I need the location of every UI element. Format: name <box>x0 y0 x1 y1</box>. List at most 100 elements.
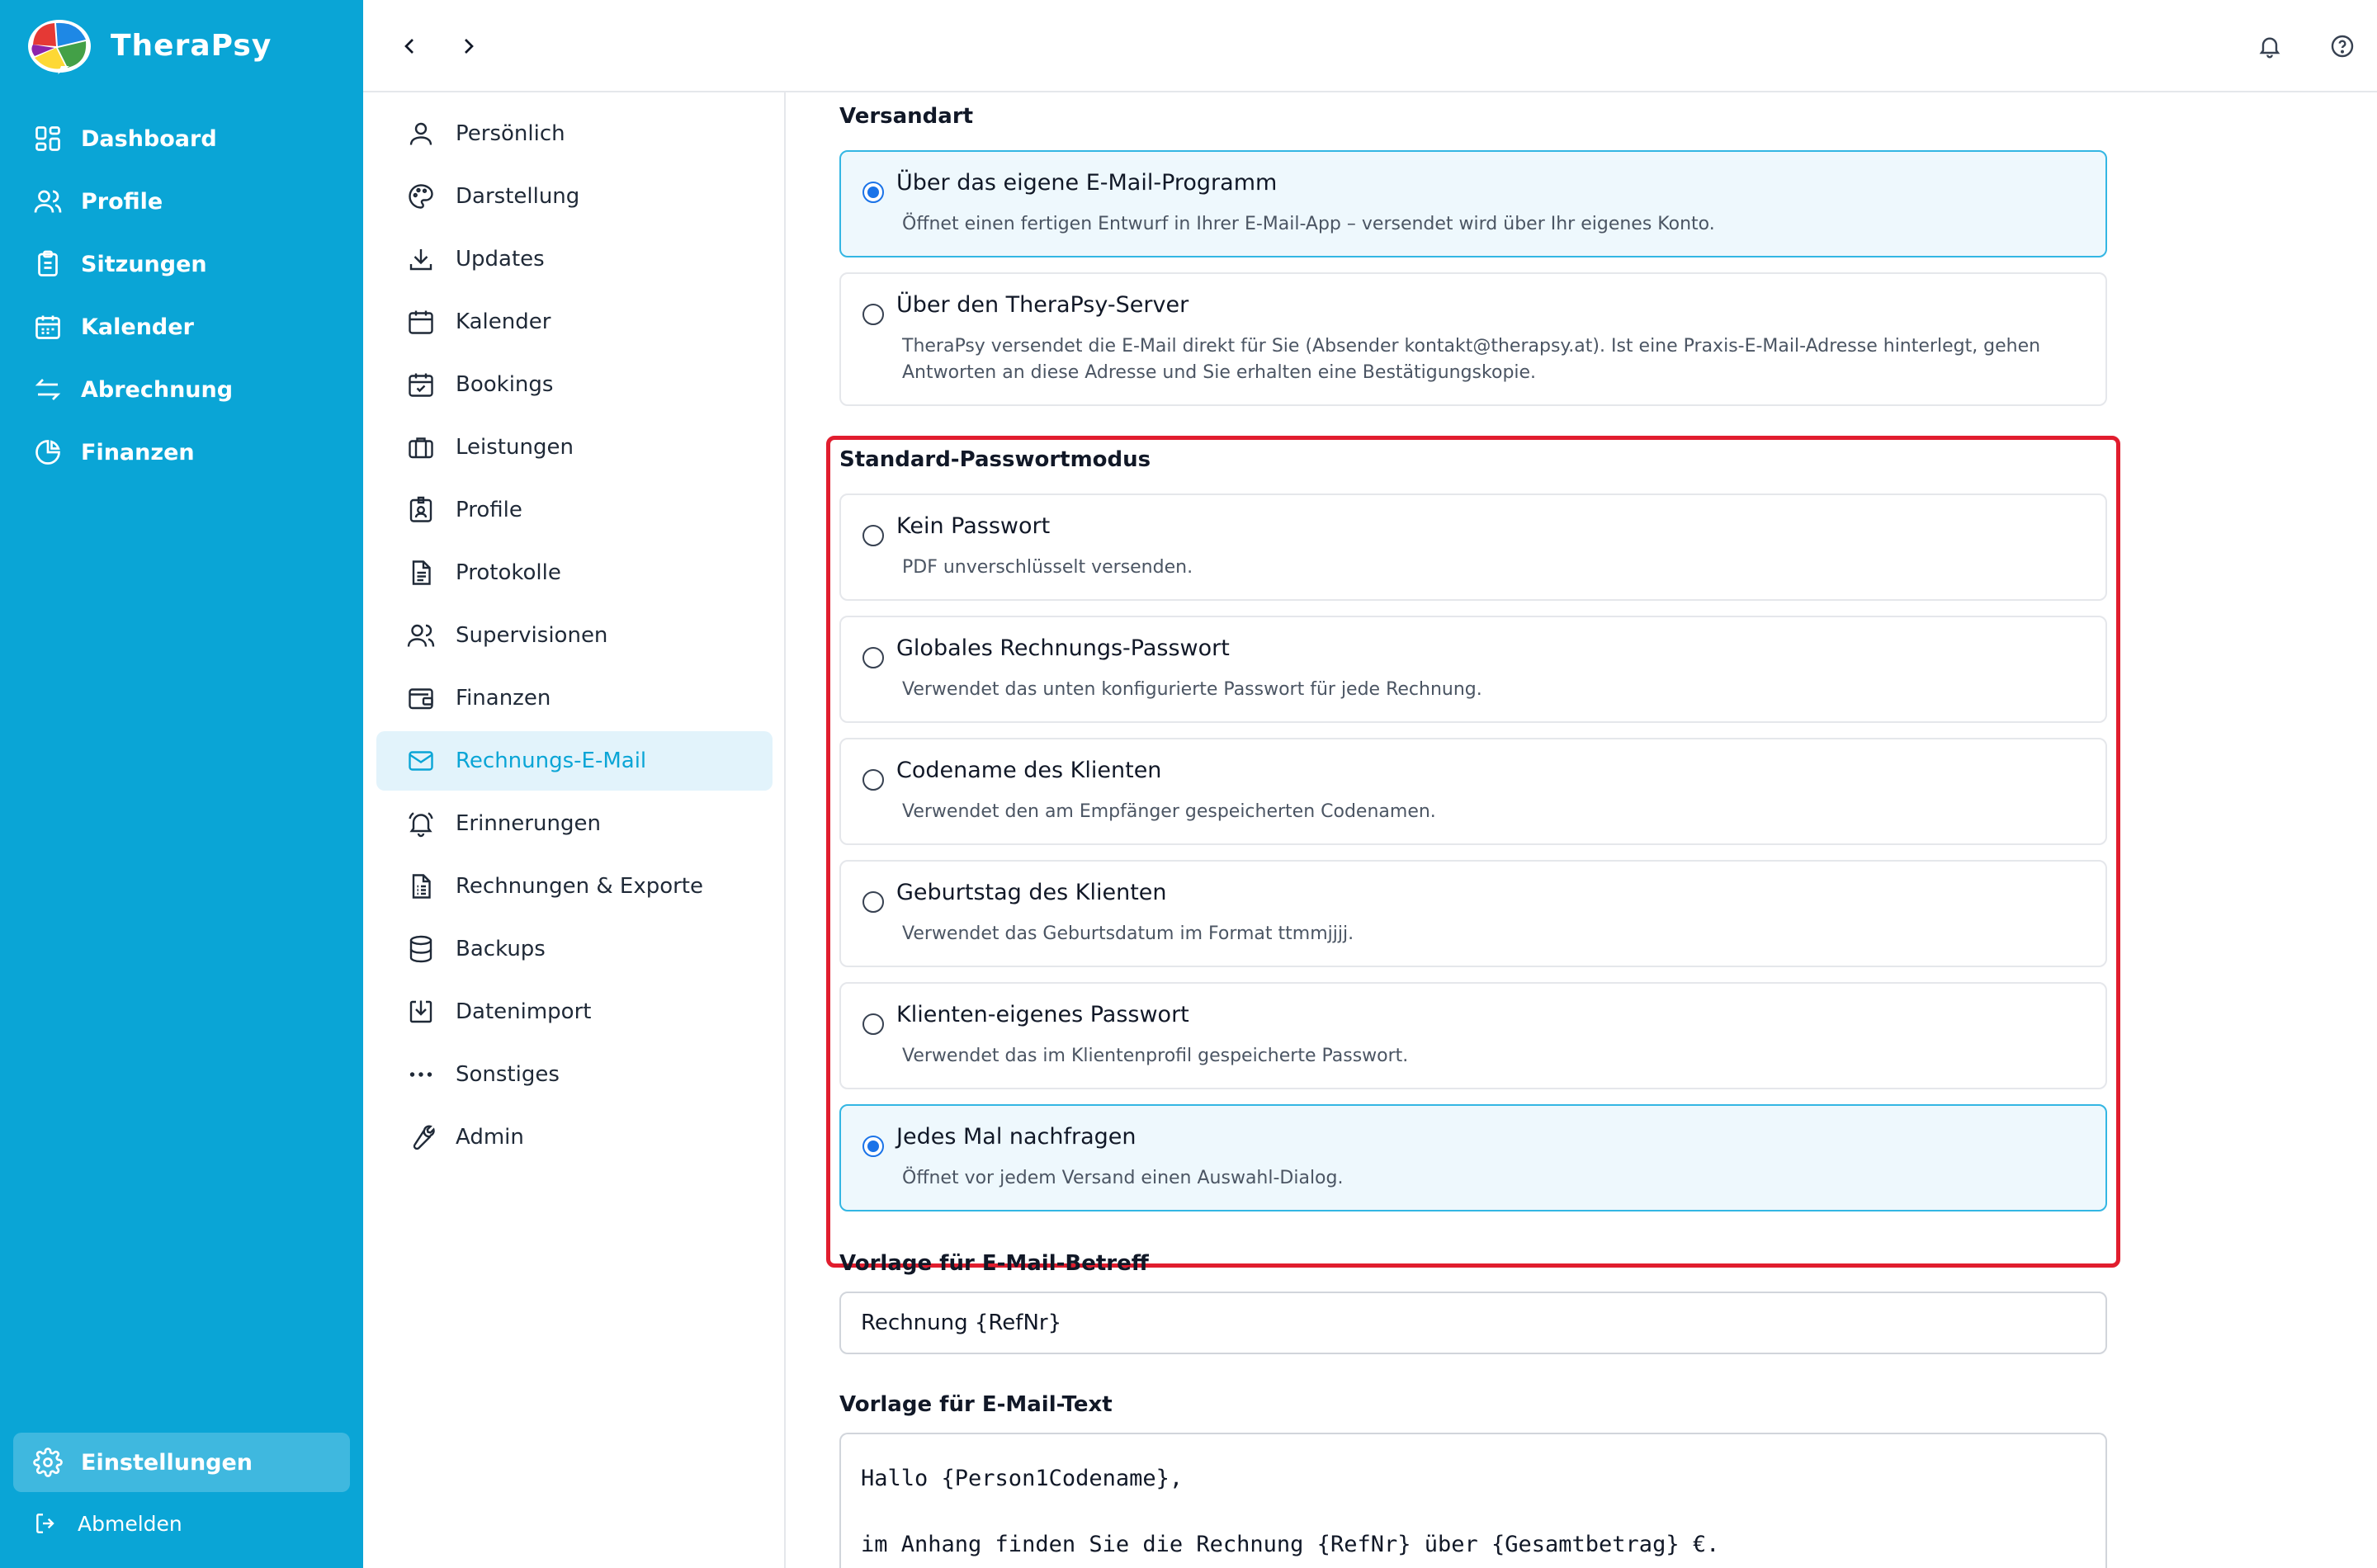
main-nav: Dashboard Profile Sitzungen Kalender Abr… <box>13 107 350 484</box>
option-description: Verwendet das Geburtsdatum im Format ttm… <box>902 923 1354 944</box>
mail-icon <box>409 751 433 771</box>
passwort-option-geburtstag[interactable]: Geburtstag des Klienten Verwendet das Ge… <box>839 860 2107 967</box>
submenu-item-leistungen[interactable]: Leistungen <box>376 418 773 477</box>
option-description: PDF unverschlüsselt versenden. <box>902 557 1193 578</box>
nav-item-finanzen[interactable]: Finanzen <box>13 421 350 484</box>
invoice-icon <box>412 874 431 899</box>
submenu-label: Kalender <box>456 309 551 334</box>
submenu-item-bookings[interactable]: Bookings <box>376 355 773 414</box>
submenu-item-profile[interactable]: Profile <box>376 480 773 540</box>
users-icon <box>34 190 62 213</box>
nav-item-abrechnung[interactable]: Abrechnung <box>13 358 350 421</box>
nav-item-kalender[interactable]: Kalender <box>13 295 350 358</box>
logout-icon <box>36 1514 54 1533</box>
nav-item-profile[interactable]: Profile <box>13 170 350 233</box>
calendar-check-icon <box>409 373 433 397</box>
submenu-item-updates[interactable]: Updates <box>376 229 773 289</box>
wallet-icon <box>409 688 433 710</box>
submenu-label: Bookings <box>456 372 554 397</box>
submenu-item-finanzen[interactable]: Finanzen <box>376 668 773 728</box>
submenu-label: Finanzen <box>456 686 551 711</box>
passwort-option-kein-passwort[interactable]: Kein Passwort PDF unverschlüsselt versen… <box>839 494 2107 601</box>
passwort-option-global[interactable]: Globales Rechnungs-Passwort Verwendet da… <box>839 616 2107 723</box>
nav-label: Abrechnung <box>81 376 234 403</box>
versand-option-email-programm[interactable]: Über das eigene E-Mail-Programm Öffnet e… <box>839 150 2107 257</box>
radio-button[interactable] <box>862 525 884 546</box>
nav-item-dashboard[interactable]: Dashboard <box>13 107 350 170</box>
nav-item-sitzungen[interactable]: Sitzungen <box>13 233 350 295</box>
submenu-item-protokolle[interactable]: Protokolle <box>376 543 773 602</box>
option-title: Geburtstag des Klienten <box>896 880 1167 905</box>
logout-label: Abmelden <box>78 1511 182 1536</box>
nav-label: Sitzungen <box>81 251 207 277</box>
submenu-label: Persönlich <box>456 121 565 146</box>
submenu-item-admin[interactable]: Admin <box>376 1108 773 1167</box>
option-title: Über das eigene E-Mail-Programm <box>896 170 1278 196</box>
option-title: Klienten-eigenes Passwort <box>896 1002 1189 1027</box>
nav-label: Profile <box>81 188 163 215</box>
option-title: Codename des Klienten <box>896 758 1162 783</box>
database-icon <box>409 935 432 963</box>
submenu-label: Backups <box>456 937 546 961</box>
palette-icon <box>409 184 433 209</box>
clipboard-icon <box>38 250 58 276</box>
option-description: Verwendet das unten konfigurierte Passwo… <box>902 679 1482 700</box>
versand-option-therapsy-server[interactable]: Über den TheraPsy-Server TheraPsy versen… <box>839 272 2107 406</box>
bell-ring-icon <box>409 812 433 838</box>
submenu-label: Supervisionen <box>456 623 608 648</box>
notifications-button[interactable] <box>2253 30 2286 63</box>
option-title: Globales Rechnungs-Passwort <box>896 635 1230 661</box>
versandart-label: Versandart <box>839 104 974 129</box>
submenu-item-rechnungen-exporte[interactable]: Rechnungen & Exporte <box>376 857 773 916</box>
submenu-item-rechnungs-email[interactable]: Rechnungs-E-Mail <box>376 731 773 791</box>
nav-label: Kalender <box>81 314 194 340</box>
arrows-exchange-icon <box>35 379 61 400</box>
submenu-item-erinnerungen[interactable]: Erinnerungen <box>376 794 773 853</box>
submenu-item-persoenlich[interactable]: Persönlich <box>376 104 773 163</box>
submenu-item-kalender[interactable]: Kalender <box>376 292 773 352</box>
gear-icon <box>33 1448 63 1477</box>
radio-button[interactable] <box>862 769 884 791</box>
email-text-textarea[interactable]: Hallo {Person1Codename}, im Anhang finde… <box>839 1433 2107 1568</box>
dashboard-icon <box>35 126 60 151</box>
radio-button[interactable] <box>862 891 884 913</box>
radio-button[interactable] <box>862 304 884 325</box>
more-horizontal-icon <box>409 1072 432 1077</box>
logout-button[interactable]: Abmelden <box>13 1492 350 1555</box>
nav-label: Finanzen <box>81 439 195 465</box>
submenu-item-sonstiges[interactable]: Sonstiges <box>376 1045 773 1104</box>
submenu-item-supervisionen[interactable]: Supervisionen <box>376 606 773 665</box>
submenu-item-datenimport[interactable]: Datenimport <box>376 982 773 1041</box>
submenu-label: Rechnungen & Exporte <box>456 874 703 899</box>
back-button[interactable] <box>393 30 426 63</box>
radio-button[interactable] <box>862 647 884 668</box>
calendar-icon <box>35 315 60 339</box>
pie-chart-icon <box>35 440 60 465</box>
submenu-item-darstellung[interactable]: Darstellung <box>376 167 773 226</box>
radio-button[interactable] <box>862 1013 884 1035</box>
brain-logo-icon <box>28 20 91 74</box>
submenu-item-backups[interactable]: Backups <box>376 919 773 979</box>
submenu-label: Leistungen <box>456 435 574 460</box>
submenu-label: Updates <box>456 247 545 272</box>
option-title: Jedes Mal nachfragen <box>896 1124 1137 1150</box>
brand[interactable]: TheraPsy <box>25 15 272 76</box>
submenu-label: Profile <box>456 498 522 522</box>
email-text-label: Vorlage für E-Mail-Text <box>839 1392 1113 1417</box>
passwort-option-klienten-eigenes[interactable]: Klienten-eigenes Passwort Verwendet das … <box>839 982 2107 1089</box>
nav-item-einstellungen[interactable]: Einstellungen <box>13 1433 350 1492</box>
help-button[interactable] <box>2326 30 2359 63</box>
import-icon <box>409 1000 432 1023</box>
betreff-input[interactable]: Rechnung {RefNr} <box>839 1292 2107 1354</box>
radio-button[interactable] <box>862 182 884 203</box>
radio-button[interactable] <box>862 1136 884 1157</box>
download-icon <box>409 249 432 271</box>
document-icon <box>412 560 431 585</box>
option-description: Verwendet den am Empfänger gespeicherten… <box>902 801 1436 822</box>
users-icon <box>407 624 435 647</box>
passwort-option-codename[interactable]: Codename des Klienten Verwendet den am E… <box>839 738 2107 845</box>
passwort-option-jedes-mal[interactable]: Jedes Mal nachfragen Öffnet vor jedem Ve… <box>839 1104 2107 1211</box>
chevron-right-icon <box>465 39 474 54</box>
betreff-label: Vorlage für E-Mail-Betreff <box>839 1251 1149 1276</box>
forward-button[interactable] <box>452 30 485 63</box>
